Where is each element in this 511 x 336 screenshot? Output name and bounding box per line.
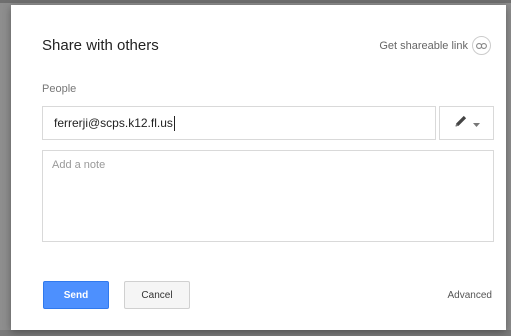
get-shareable-link-button[interactable]: Get shareable link: [379, 36, 491, 55]
pencil-icon: [454, 114, 468, 133]
cancel-button[interactable]: Cancel: [124, 281, 190, 309]
share-dialog: Share with others Get shareable link Peo…: [11, 5, 506, 330]
advanced-link[interactable]: Advanced: [448, 290, 492, 301]
backdrop-bottom-edge: [0, 330, 511, 336]
link-icon[interactable]: [472, 36, 491, 55]
note-placeholder: Add a note: [52, 159, 106, 171]
people-input-value: ferrerji@scps.k12.fl.us: [54, 116, 173, 130]
backdrop-top-edge: [0, 0, 511, 3]
note-textarea[interactable]: Add a note: [42, 150, 494, 242]
get-shareable-link-label: Get shareable link: [379, 39, 468, 52]
dialog-title: Share with others: [42, 37, 159, 54]
permission-dropdown[interactable]: [439, 106, 494, 140]
text-caret: [173, 115, 175, 131]
chevron-down-icon: [472, 114, 480, 132]
people-label: People: [42, 83, 77, 95]
people-input[interactable]: ferrerji@scps.k12.fl.us: [42, 106, 436, 140]
send-button[interactable]: Send: [43, 281, 109, 309]
